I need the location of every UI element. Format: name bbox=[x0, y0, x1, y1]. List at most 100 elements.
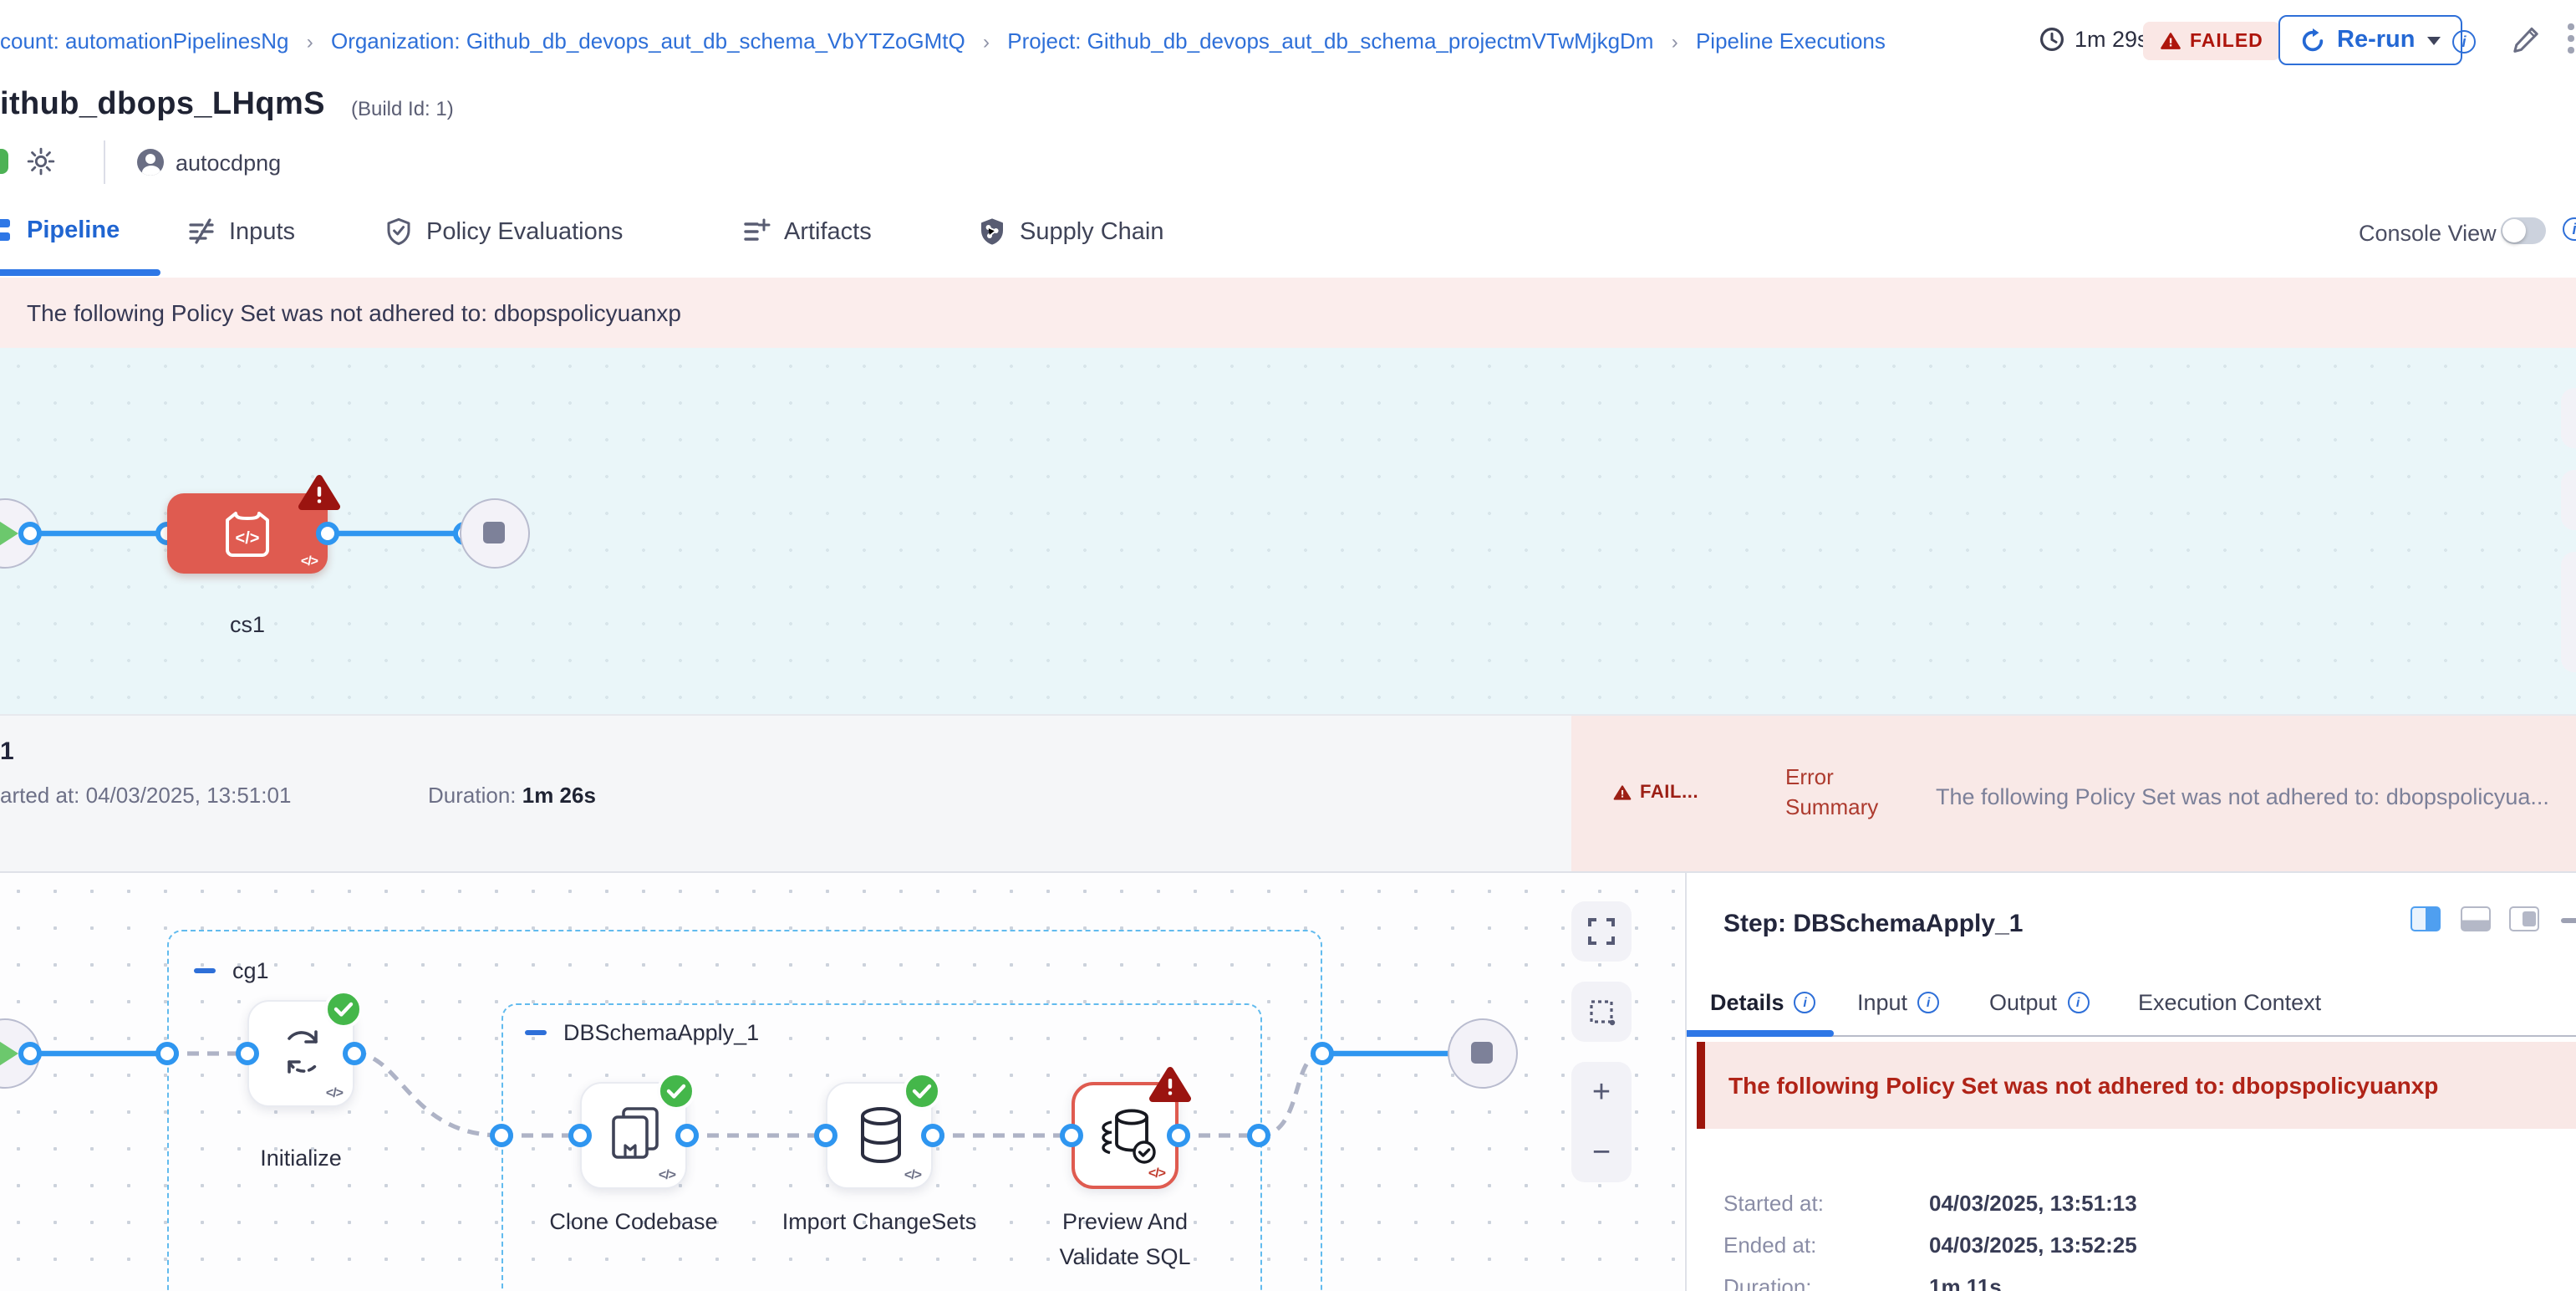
steptab-details[interactable]: Details i bbox=[1710, 990, 1816, 1015]
step-panel-title: Step: DBSchemaApply_1 bbox=[1723, 910, 2023, 938]
tab-supply-chain[interactable]: Supply Chain bbox=[978, 217, 1164, 246]
stage-node-label: cs1 bbox=[164, 607, 331, 642]
breadcrumb-separator: › bbox=[1672, 30, 1678, 54]
info-icon[interactable]: i bbox=[1917, 992, 1939, 1013]
steptab-execution-context[interactable]: Execution Context bbox=[2138, 990, 2321, 1015]
status-badge: FAILED bbox=[2143, 22, 2280, 60]
info-icon[interactable]: i bbox=[2067, 992, 2089, 1013]
expand-canvas-button[interactable] bbox=[2561, 388, 2576, 448]
error-summary-label: Error Summary bbox=[1785, 763, 1906, 823]
connection-point bbox=[1311, 1042, 1334, 1065]
stage-node-cs1[interactable]: </> </> bbox=[167, 493, 328, 574]
console-view-info-icon[interactable]: i bbox=[2563, 217, 2576, 241]
divider bbox=[104, 140, 105, 184]
zoom-out-icon[interactable]: − bbox=[1592, 1136, 1611, 1168]
clock-icon bbox=[2039, 27, 2064, 52]
steptab-input[interactable]: Input i bbox=[1857, 990, 1939, 1015]
marquee-select-button[interactable] bbox=[2561, 470, 2576, 530]
breadcrumb-account[interactable]: count: automationPipelinesNg bbox=[0, 28, 288, 54]
connection-point bbox=[343, 1042, 366, 1065]
steptab-output-label: Output bbox=[1989, 990, 2057, 1015]
started-at-value: 04/03/2025, 13:51:13 bbox=[1929, 1191, 2137, 1216]
steptab-input-label: Input bbox=[1857, 990, 1907, 1015]
page-title: ithub_dbops_LHqmS bbox=[0, 87, 325, 124]
breadcrumb-organization[interactable]: Organization: Github_db_devops_aut_db_sc… bbox=[331, 28, 965, 54]
policy-violation-banner: The following Policy Set was not adhered… bbox=[0, 278, 2576, 348]
connection-point bbox=[814, 1124, 837, 1147]
duration-value: 1m 26s bbox=[522, 783, 596, 808]
expand-canvas-button[interactable] bbox=[1571, 901, 1632, 962]
zoom-in-icon[interactable]: + bbox=[1592, 1076, 1611, 1108]
collapse-group-button[interactable] bbox=[194, 968, 216, 973]
canvas-controls: + − bbox=[1571, 901, 1632, 1182]
tab-inputs[interactable]: Inputs bbox=[187, 217, 295, 246]
tab-pipeline[interactable]: Pipeline bbox=[0, 217, 120, 244]
stage-name-label: 1 bbox=[0, 737, 14, 766]
artifacts-icon bbox=[742, 217, 771, 246]
connection-point bbox=[1247, 1124, 1270, 1147]
supply-chain-shield-icon bbox=[978, 217, 1006, 246]
breadcrumb-separator: › bbox=[983, 30, 990, 54]
pencil-icon[interactable] bbox=[2509, 23, 2543, 59]
breadcrumb-project[interactable]: Project: Github_db_devops_aut_db_schema_… bbox=[1007, 28, 1653, 54]
bottom-split: cg1 DBSchemaApply_1 </> bbox=[0, 873, 2576, 1291]
stop-icon bbox=[483, 522, 505, 543]
stepgroup-cg1-label: cg1 bbox=[232, 958, 269, 983]
started-at-value: 04/03/2025, 13:51:01 bbox=[86, 783, 292, 808]
step-graph-canvas[interactable]: cg1 DBSchemaApply_1 </> bbox=[0, 873, 1683, 1291]
info-icon[interactable]: i bbox=[2452, 30, 2476, 54]
step-node-label: Initialize bbox=[201, 1140, 401, 1176]
marquee-select-button[interactable] bbox=[1571, 982, 1632, 1042]
tab-pipeline-label: Pipeline bbox=[27, 217, 120, 244]
duration-group: Duration: 1m 26s bbox=[428, 783, 596, 808]
steptab-details-label: Details bbox=[1710, 990, 1784, 1015]
ended-at-label: Ended at: bbox=[1723, 1232, 1816, 1258]
tab-artifacts[interactable]: Artifacts bbox=[742, 217, 872, 246]
tab-policy-evaluations-label: Policy Evaluations bbox=[426, 218, 623, 245]
steptab-output[interactable]: Output i bbox=[1989, 990, 2089, 1015]
warning-triangle-icon bbox=[2160, 32, 2181, 50]
caret-down-icon[interactable] bbox=[2426, 36, 2440, 44]
connection-point bbox=[316, 522, 339, 545]
stage-fail-label: FAIL... bbox=[1640, 783, 1698, 803]
status-label: FAILED bbox=[2190, 31, 2263, 51]
tab-policy-evaluations[interactable]: Policy Evaluations bbox=[384, 217, 623, 246]
step-node-clone-codebase[interactable]: </> bbox=[580, 1082, 687, 1189]
stage-graph-canvas[interactable]: </> </> cs1 + − bbox=[0, 348, 2576, 714]
clone-codebase-icon bbox=[608, 1105, 662, 1162]
collapse-group-button[interactable] bbox=[525, 1030, 547, 1035]
bottom-view-icon[interactable] bbox=[2461, 906, 2491, 931]
connection-point bbox=[236, 1042, 259, 1065]
step-node-import-changesets[interactable]: </> bbox=[826, 1082, 933, 1189]
stepgroup-cg1-header: cg1 bbox=[194, 958, 269, 983]
step-node-preview-validate-sql[interactable]: </> bbox=[1072, 1082, 1179, 1189]
code-tag-icon: </> bbox=[659, 1167, 675, 1182]
avatar-icon bbox=[137, 149, 164, 176]
breadcrumb-pipeline-executions[interactable]: Pipeline Executions bbox=[1696, 28, 1886, 54]
minimize-panel-icon[interactable] bbox=[2561, 918, 2576, 923]
stop-icon bbox=[1471, 1042, 1493, 1064]
connection-point bbox=[1167, 1124, 1190, 1147]
title-row: ithub_dbops_LHqmS (Build Id: 1) bbox=[0, 80, 2576, 137]
stage-end-node bbox=[460, 498, 530, 569]
rerun-label: Re-run bbox=[2337, 27, 2415, 54]
right-view-icon[interactable] bbox=[2509, 906, 2539, 931]
ended-at-value: 04/03/2025, 13:52:25 bbox=[1929, 1232, 2137, 1258]
gear-icon[interactable] bbox=[25, 145, 57, 177]
split-view-icon[interactable] bbox=[2411, 906, 2441, 931]
step-end-node bbox=[1448, 1018, 1518, 1089]
stage-connectors bbox=[0, 348, 2576, 714]
info-icon[interactable]: i bbox=[1795, 992, 1816, 1013]
policy-violation-text: The following Policy Set was not adhered… bbox=[27, 299, 681, 326]
database-icon bbox=[856, 1105, 906, 1166]
step-node-initialize[interactable]: </> bbox=[247, 1000, 354, 1107]
kebab-menu-icon[interactable] bbox=[2568, 23, 2574, 54]
warning-triangle-icon bbox=[1613, 784, 1632, 801]
console-view-toggle[interactable] bbox=[2501, 217, 2546, 244]
rerun-button[interactable]: Re-run bbox=[2278, 15, 2461, 65]
stage-times: arted at: 04/03/2025, 13:51:01 Duration:… bbox=[0, 783, 291, 808]
duration-label: Duration: bbox=[428, 783, 522, 808]
connection-point bbox=[568, 1124, 592, 1147]
stage-error-section: FAIL... Error Summary The following Poli… bbox=[1571, 716, 2576, 871]
connection-point bbox=[675, 1124, 699, 1147]
